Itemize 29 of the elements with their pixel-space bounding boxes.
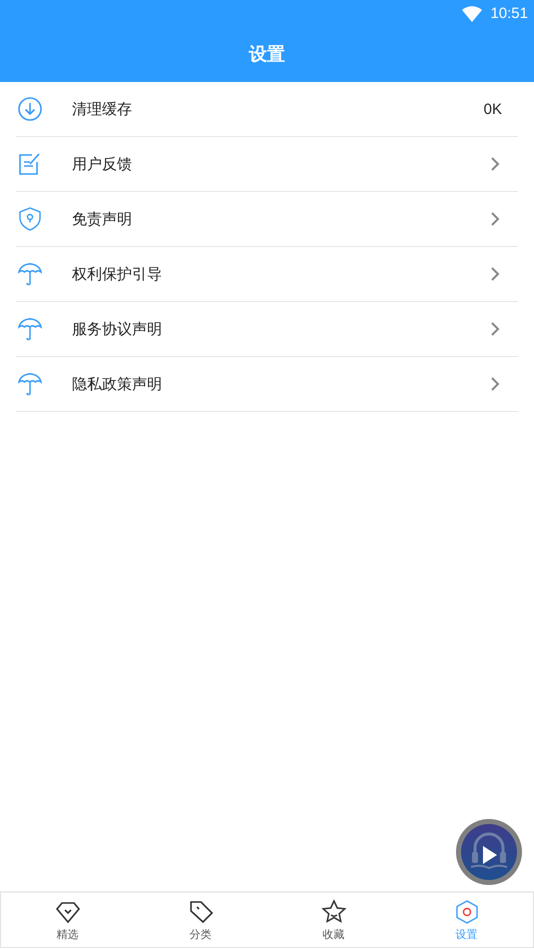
chevron-right-icon bbox=[490, 156, 500, 172]
shield-icon bbox=[17, 206, 43, 232]
tag-icon bbox=[188, 898, 214, 924]
chevron-right-icon bbox=[490, 266, 500, 282]
hexagon-icon bbox=[454, 898, 480, 924]
chevron-right-icon bbox=[490, 376, 500, 392]
settings-label: 清理缓存 bbox=[72, 100, 133, 118]
settings-label: 权利保护引导 bbox=[72, 264, 163, 284]
cache-size: 0K bbox=[484, 100, 502, 118]
status-time: 10:51 bbox=[490, 5, 528, 22]
download-icon bbox=[17, 96, 43, 122]
settings-row[interactable]: 隐私政策声明 bbox=[16, 357, 518, 412]
umbrella-icon bbox=[17, 261, 43, 287]
settings-row[interactable]: 服务协议声明 bbox=[16, 302, 518, 357]
umbrella-icon bbox=[17, 371, 43, 397]
settings-row[interactable]: 免责声明 bbox=[16, 192, 518, 247]
settings-label: 服务协议声明 bbox=[72, 320, 163, 338]
settings-label: 用户反馈 bbox=[72, 154, 133, 174]
settings-row[interactable]: 权利保护引导 bbox=[16, 247, 518, 302]
page-title: 设置 bbox=[249, 42, 285, 66]
umbrella-icon bbox=[17, 316, 43, 342]
settings-label: 隐私政策声明 bbox=[72, 374, 163, 394]
wifi-icon bbox=[462, 6, 482, 22]
settings-row[interactable]: 用户反馈 bbox=[16, 137, 518, 192]
chevron-right-icon bbox=[490, 211, 500, 227]
chevron-right-icon bbox=[490, 321, 500, 337]
star-icon bbox=[320, 898, 346, 924]
settings-row[interactable]: 清理缓存 0K bbox=[16, 82, 518, 137]
settings-label: 免责声明 bbox=[72, 210, 133, 228]
